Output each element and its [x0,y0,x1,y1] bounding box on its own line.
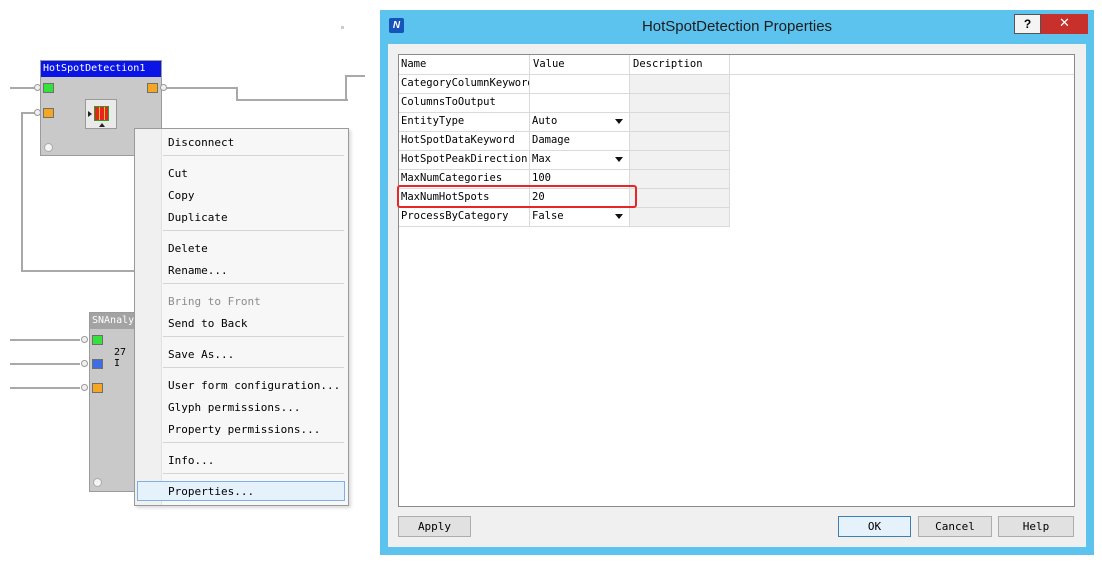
description-column-fill [629,75,729,227]
menu-item-save-as[interactable]: Save As... [168,347,234,363]
input-connector[interactable] [81,360,88,367]
column-header-description[interactable]: Description [631,55,729,74]
dropdown-arrow-icon[interactable] [615,214,623,219]
properties-dialog: N HotSpotDetection Properties ? ✕ Name V… [380,10,1094,555]
property-name: EntityType [401,115,465,127]
menu-separator [163,473,344,474]
node-info-text: 27 I [114,347,127,369]
property-name: ProcessByCategory [401,210,509,222]
property-value-input[interactable] [530,74,629,93]
node-status-dot [44,143,53,152]
wire [10,339,80,341]
workflow-canvas[interactable]: HotSpotDetection1 SNAnaly 27 I Disconnec… [0,0,380,569]
input-connector[interactable] [34,109,41,116]
wire [21,270,134,272]
menu-item-rename[interactable]: Rename... [168,263,228,279]
column-header-value[interactable]: Value [531,55,629,74]
input-port-green[interactable] [43,83,54,93]
grid-line [729,55,730,227]
input-connector[interactable] [81,384,88,391]
column-header-name[interactable]: Name [399,55,529,74]
context-menu: Disconnect Cut Copy Duplicate Delete Ren… [134,128,349,506]
menu-item-properties[interactable]: Properties... [168,484,254,500]
heatmap-glyph-icon [85,99,117,129]
menu-separator [163,155,344,156]
input-port-blue[interactable] [92,359,103,369]
property-grid: Name Value Description CategoryColumnKey… [397,54,1075,507]
menu-separator [163,283,344,284]
menu-gutter [135,129,162,505]
menu-item-delete[interactable]: Delete [168,241,208,257]
menu-item-user-form-configuration[interactable]: User form configuration... [168,378,340,394]
grid-line [399,226,729,227]
dropdown-arrow-icon[interactable] [615,119,623,124]
menu-item-disconnect[interactable]: Disconnect [168,135,234,151]
property-name: CategoryColumnKeyword [401,77,529,89]
wire [345,75,365,77]
menu-item-send-to-back[interactable]: Send to Back [168,316,247,332]
menu-item-info[interactable]: Info... [168,453,214,469]
menu-item-glyph-permissions[interactable]: Glyph permissions... [168,400,300,416]
property-name: HotSpotDataKeyword [401,134,515,146]
apply-button[interactable]: Apply [398,516,471,537]
wire [10,387,80,389]
menu-item-bring-to-front: Bring to Front [168,295,261,308]
property-value-input[interactable] [530,93,629,112]
menu-item-copy[interactable]: Copy [168,188,195,204]
wire [345,75,347,101]
menu-separator [163,367,344,368]
property-name: HotSpotPeakDirection [401,153,528,165]
property-name: ColumnsToOutput [401,96,496,108]
dialog-body: Name Value Description CategoryColumnKey… [388,44,1086,547]
wire [236,99,348,101]
menu-separator [163,336,344,337]
canvas-dot [341,26,344,29]
property-value-input[interactable]: Damage [530,131,629,150]
input-connector[interactable] [34,84,41,91]
menu-item-cut[interactable]: Cut [168,166,188,182]
ok-button[interactable]: OK [838,516,911,537]
dialog-title: HotSpotDetection Properties [641,18,833,35]
help-title-button[interactable]: ? [1014,14,1041,34]
input-port-orange[interactable] [43,108,54,118]
output-port-orange[interactable] [147,83,158,93]
dropdown-arrow-icon[interactable] [615,157,623,162]
menu-item-duplicate[interactable]: Duplicate [168,210,228,226]
wire [10,363,80,365]
menu-item-property-permissions[interactable]: Property permissions... [168,422,320,438]
node-title: SNAnaly [90,313,136,329]
highlight-annotation-box [397,185,637,208]
input-port-orange[interactable] [92,383,103,393]
wire [21,112,23,272]
node-title: HotSpotDetection1 [41,61,161,77]
input-connector[interactable] [81,336,88,343]
help-button[interactable]: Help [998,516,1074,537]
cancel-button[interactable]: Cancel [918,516,992,537]
wire [163,87,237,89]
node-status-dot [93,478,102,487]
close-button[interactable]: ✕ [1041,14,1088,34]
output-connector[interactable] [160,84,167,91]
input-port-green[interactable] [92,335,103,345]
menu-separator [163,442,344,443]
menu-separator [163,230,344,231]
